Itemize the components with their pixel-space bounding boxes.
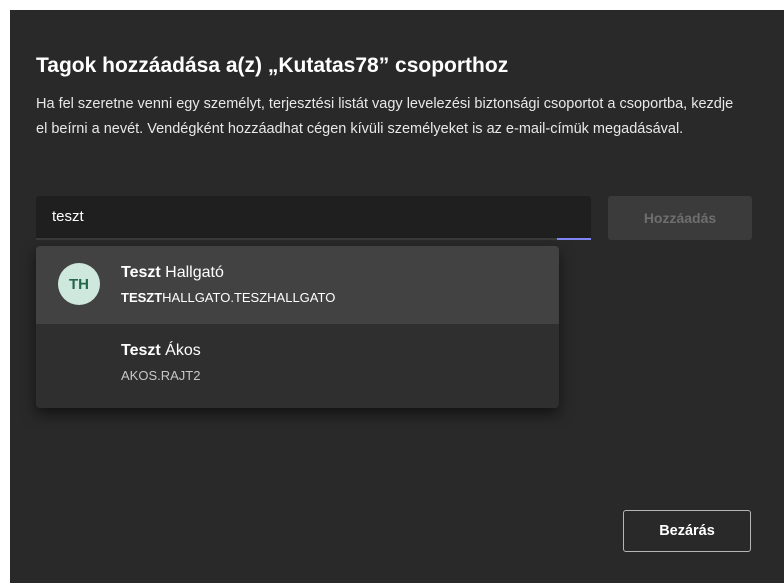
suggestion-name-rest: Ákos xyxy=(160,342,201,359)
suggestion-account-match: TESZT xyxy=(121,290,163,305)
suggestion-name: Teszt Ákos xyxy=(121,342,201,360)
suggestions-dropdown: TH Teszt Hallgató TESZTHALLGATO.TESZHALL… xyxy=(36,246,559,408)
add-members-dialog: Tagok hozzáadása a(z) „Kutatas78” csopor… xyxy=(10,10,784,583)
search-input[interactable] xyxy=(36,196,591,236)
search-underline xyxy=(36,238,591,240)
add-button[interactable]: Hozzáadás xyxy=(608,196,752,240)
suggestion-name: Teszt Hallgató xyxy=(121,264,224,282)
suggestion-account-rest: AKOS.RAJT2 xyxy=(121,368,201,383)
suggestion-name-match: Teszt xyxy=(121,342,161,359)
search-focus-indicator xyxy=(557,238,591,240)
avatar: TH xyxy=(58,263,100,305)
suggestion-account-rest: HALLGATO.TESZHALLGATO xyxy=(162,290,336,305)
suggestion-item[interactable]: TH Teszt Hallgató TESZTHALLGATO.TESZHALL… xyxy=(36,246,559,324)
dialog-description: Ha fel szeretne venni egy személyt, terj… xyxy=(36,96,734,137)
suggestion-account: TESZTHALLGATO.TESZHALLGATO xyxy=(121,290,335,305)
suggestion-name-rest: Hallgató xyxy=(160,264,224,281)
dialog-title: Tagok hozzáadása a(z) „Kutatas78” csopor… xyxy=(36,54,509,77)
suggestion-account: AKOS.RAJT2 xyxy=(121,368,200,383)
suggestion-item[interactable]: Teszt Ákos AKOS.RAJT2 xyxy=(36,324,559,402)
search-field xyxy=(36,196,591,240)
close-button[interactable]: Bezárás xyxy=(623,510,751,552)
suggestion-name-match: Teszt xyxy=(121,264,161,281)
